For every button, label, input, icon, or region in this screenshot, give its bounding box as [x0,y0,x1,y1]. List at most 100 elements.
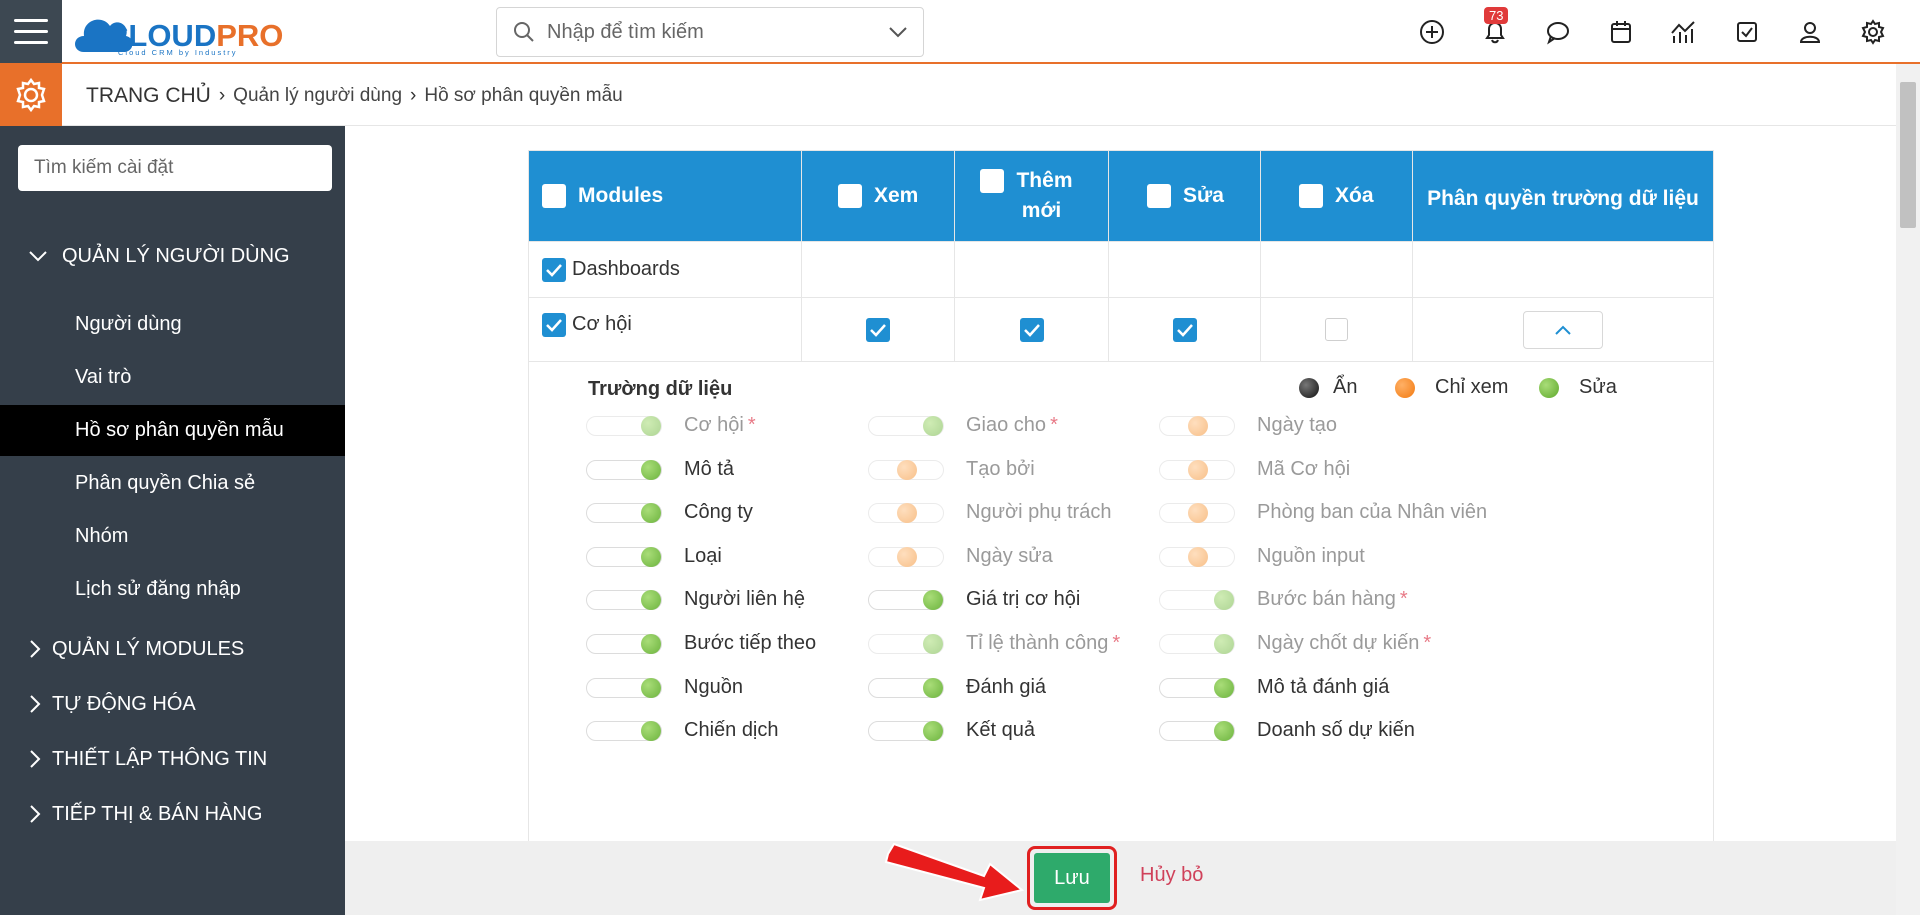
main-content: Modules Xem Thêm mới Sửa Xóa Phân quyền … [345,126,1896,841]
task-check-icon[interactable] [1715,12,1778,52]
breadcrumb-level1[interactable]: Quản lý người dùng [233,85,402,107]
header-label: Xem [874,184,919,207]
logo[interactable]: CLOUDPRO Cloud CRM by Industry [72,6,292,57]
sidebar-item-login-history[interactable]: Lịch sử đăng nhập [0,564,345,615]
edit-checkbox[interactable] [1172,317,1197,342]
slider-knob [1214,633,1234,654]
field-label: Tỉ lệ thành công [966,632,1109,654]
select-all-delete-checkbox[interactable] [1299,184,1323,208]
slider-knob [897,546,917,567]
sidebar-section-automation[interactable]: TỰ ĐỘNG HÓA [0,689,345,719]
breadcrumb: TRANG CHỦ › Quản lý người dùng › Hồ sơ p… [86,84,623,108]
global-search-input[interactable] [547,20,877,44]
field-label: Ngày tạo [1257,414,1338,436]
sidebar-item-users[interactable]: Người dùng [0,299,345,350]
slider-knob [641,502,661,523]
plus-circle-icon[interactable] [1400,12,1463,52]
sidebar-section-user-management[interactable]: QUẢN LÝ NGƯỜI DÙNG [0,241,345,271]
sidebar-item-roles[interactable]: Vai trò [0,352,345,403]
select-all-view-checkbox[interactable] [838,184,862,208]
slider-knob [641,415,661,436]
field-permission-slider[interactable] [868,720,944,741]
slider-knob [1214,677,1234,698]
chat-icon[interactable] [1526,12,1589,52]
slider-knob [923,720,943,741]
save-button[interactable]: Lưu [1034,853,1110,903]
field-permission-slider [868,633,944,654]
field-permission-item: Kết quả [868,719,1035,742]
field-permission-slider[interactable] [1159,720,1235,741]
slider-knob [923,677,943,698]
field-permission-slider[interactable] [1159,677,1235,698]
select-all-edit-checkbox[interactable] [1147,184,1171,208]
view-checkbox[interactable] [866,317,890,342]
field-permission-slider[interactable] [586,546,662,567]
chevron-up-icon [1555,325,1571,335]
menu-icon[interactable] [0,0,62,63]
field-label: Nguồn [684,676,743,698]
module-checkbox[interactable] [542,312,566,337]
gear-icon[interactable] [1841,12,1904,52]
field-label: Loại [684,545,722,567]
slider-knob [1188,546,1208,567]
module-checkbox[interactable] [542,257,566,282]
header-create: Thêm mới [955,151,1109,241]
edit-cell [1109,242,1261,297]
field-permission-slider[interactable] [586,589,662,610]
vertical-scrollbar[interactable] [1896,64,1920,915]
sidebar-item-label: Người dùng [75,313,182,335]
table-row: Cơ hội [529,297,1713,361]
slider-knob [641,720,661,741]
field-permission-item: Ngày chốt dự kiến * [1159,632,1431,655]
sidebar-item-permission-profiles[interactable]: Hồ sơ phân quyền mẫu [0,405,345,456]
field-permission-slider[interactable] [868,677,944,698]
select-all-modules-checkbox[interactable] [542,184,566,208]
slider-knob [641,589,661,610]
breadcrumb-separator-icon: › [410,85,417,106]
delete-checkbox[interactable] [1325,318,1348,341]
field-permission-slider[interactable] [586,720,662,741]
global-search[interactable] [496,7,924,57]
module-name: Cơ hội [572,313,632,335]
breadcrumb-home[interactable]: TRANG CHỦ [86,84,211,108]
field-permission-item: Doanh số dự kiến [1159,719,1415,742]
header-delete: Xóa [1261,151,1413,241]
settings-search-input[interactable] [18,145,332,191]
field-permission-slider[interactable] [586,633,662,654]
field-label: Người liên hệ [684,588,806,610]
calendar-icon[interactable] [1589,12,1652,52]
field-permission-item: Ngày tạo [1159,414,1337,437]
settings-gear-icon[interactable] [0,64,62,126]
field-permission-slider[interactable] [586,459,662,480]
breadcrumb-bar: TRANG CHỦ › Quản lý người dùng › Hồ sơ p… [0,64,1896,126]
field-label: Doanh số dự kiến [1257,719,1415,741]
sidebar-item-groups[interactable]: Nhóm [0,511,345,562]
select-all-create-checkbox[interactable] [980,169,1005,193]
field-permission-item: Mô tả [586,458,734,481]
header-modules: Modules [529,151,802,241]
chevron-down-icon[interactable] [889,25,907,39]
top-bar: CLOUDPRO Cloud CRM by Industry Nhập để t… [0,0,1920,64]
field-permission-slider[interactable] [868,589,944,610]
create-checkbox[interactable] [1019,317,1044,342]
sidebar-section-marketing-sales[interactable]: TIẾP THỊ & BÁN HÀNG [0,799,345,829]
cancel-link[interactable]: Hủy bỏ [1140,864,1203,887]
analytics-icon[interactable] [1652,12,1715,52]
slider-knob [641,546,661,567]
sidebar-section-modules[interactable]: QUẢN LÝ MODULES [0,634,345,664]
field-label: Chiến dịch [684,719,779,741]
sidebar-item-label: Hồ sơ phân quyền mẫu [75,419,284,441]
field-permission-cell [1413,242,1713,297]
collapse-fields-button[interactable] [1523,310,1603,349]
breadcrumb-separator-icon: › [218,85,226,106]
header-label: Sửa [1183,184,1224,207]
field-permission-slider [868,459,944,480]
sidebar-section-info-setup[interactable]: THIẾT LẬP THÔNG TIN [0,744,345,774]
sidebar-item-sharing[interactable]: Phân quyền Chia sẻ [0,458,345,509]
slider-knob [923,633,943,654]
scrollbar-thumb[interactable] [1900,82,1916,228]
field-permission-slider[interactable] [586,677,662,698]
field-label: Phòng ban của Nhân viên [1257,501,1488,523]
field-permission-slider[interactable] [586,502,662,523]
user-icon[interactable] [1778,12,1841,52]
